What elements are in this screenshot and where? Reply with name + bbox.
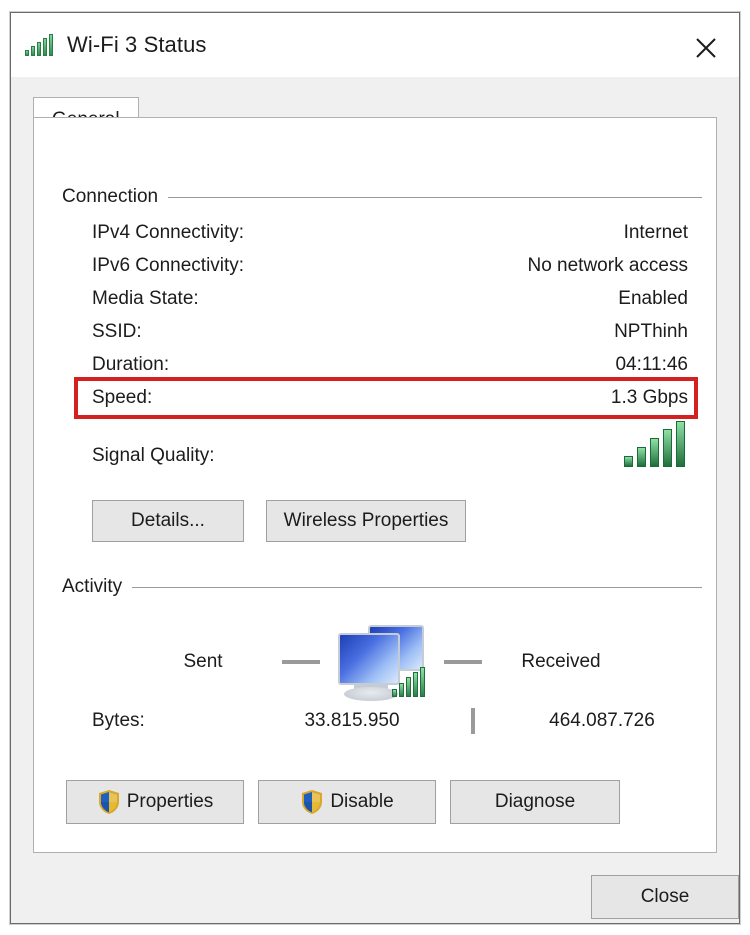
row-ipv4-connectivity: IPv4 Connectivity: Internet	[92, 216, 688, 249]
close-button[interactable]: Close	[591, 875, 739, 919]
activity-signal-bars-icon	[392, 667, 428, 697]
row-ipv6-connectivity: IPv6 Connectivity: No network access	[92, 249, 688, 282]
diagnose-button-label: Diagnose	[494, 791, 576, 812]
activity-section: Sent Received Bytes: 33.815.950 464.087.…	[62, 610, 702, 750]
ipv4-connectivity-label: IPv4 Connectivity:	[92, 221, 245, 243]
speed-label: Speed:	[92, 387, 153, 408]
activity-divider	[132, 586, 702, 588]
uac-shield-icon	[302, 790, 323, 814]
properties-button[interactable]: Properties	[66, 780, 244, 824]
ssid-label: SSID:	[92, 320, 142, 342]
connection-button-row: Details... Wireless Properties	[92, 500, 466, 542]
media-state-value: Enabled	[618, 287, 688, 309]
ipv6-connectivity-value: No network access	[527, 254, 688, 276]
sent-dash-icon	[282, 660, 320, 664]
bytes-sent-value: 33.815.950	[304, 710, 400, 731]
signal-quality-label: Signal Quality:	[92, 445, 215, 466]
signal-bars-icon	[25, 32, 55, 58]
media-state-label: Media State:	[92, 287, 199, 309]
disable-button-label: Disable	[330, 791, 394, 812]
properties-button-label: Properties	[126, 791, 214, 812]
received-dash-icon	[444, 660, 482, 664]
bytes-row: Bytes: 33.815.950 464.087.726	[62, 706, 702, 740]
wifi-status-dialog: Wi-Fi 3 Status General Connection	[0, 0, 750, 935]
title-bar: Wi-Fi 3 Status	[11, 13, 739, 77]
dialog-window: Wi-Fi 3 Status General Connection	[10, 12, 740, 924]
row-speed-highlighted: Speed: 1.3 Gbps	[74, 377, 698, 419]
ssid-value: NPThinh	[614, 320, 688, 342]
row-media-state: Media State: Enabled	[92, 282, 688, 315]
diagnose-button[interactable]: Diagnose	[450, 780, 620, 824]
connection-group-header: Connection	[62, 186, 702, 208]
wireless-properties-button[interactable]: Wireless Properties	[266, 500, 466, 542]
close-button-label: Close	[640, 886, 690, 907]
duration-label: Duration:	[92, 353, 170, 375]
activity-direction-row: Sent Received	[62, 625, 702, 701]
row-duration: Duration: 04:11:46	[92, 348, 688, 381]
bytes-received-value: 464.087.726	[549, 710, 655, 731]
close-icon[interactable]	[683, 29, 729, 67]
received-label: Received	[521, 651, 601, 672]
row-signal-quality: Signal Quality:	[92, 415, 688, 467]
details-button-label: Details...	[131, 510, 205, 531]
general-tab-panel: Connection IPv4 Connectivity: Internet I…	[33, 117, 717, 853]
uac-shield-icon	[98, 790, 119, 814]
ipv6-connectivity-label: IPv6 Connectivity:	[92, 254, 245, 276]
speed-value: 1.3 Gbps	[610, 387, 688, 408]
sent-label: Sent	[183, 651, 223, 672]
wireless-properties-button-label: Wireless Properties	[283, 510, 449, 531]
row-ssid: SSID: NPThinh	[92, 315, 688, 348]
connection-divider	[168, 196, 702, 198]
duration-value: 04:11:46	[615, 353, 688, 375]
bytes-separator	[471, 708, 475, 734]
activity-group-header: Activity	[62, 576, 702, 598]
details-button[interactable]: Details...	[92, 500, 244, 542]
ipv4-connectivity-value: Internet	[623, 221, 688, 243]
activity-group-label: Activity	[62, 576, 123, 597]
action-button-row: Properties Disable Diagnose	[66, 780, 620, 824]
network-computers-icon	[334, 621, 430, 703]
disable-button[interactable]: Disable	[258, 780, 436, 824]
window-title: Wi-Fi 3 Status	[67, 32, 207, 57]
signal-strength-bars-icon	[624, 421, 688, 467]
connection-rows: IPv4 Connectivity: Internet IPv6 Connect…	[74, 216, 698, 467]
bytes-label: Bytes:	[92, 710, 145, 731]
connection-group-label: Connection	[62, 186, 159, 207]
